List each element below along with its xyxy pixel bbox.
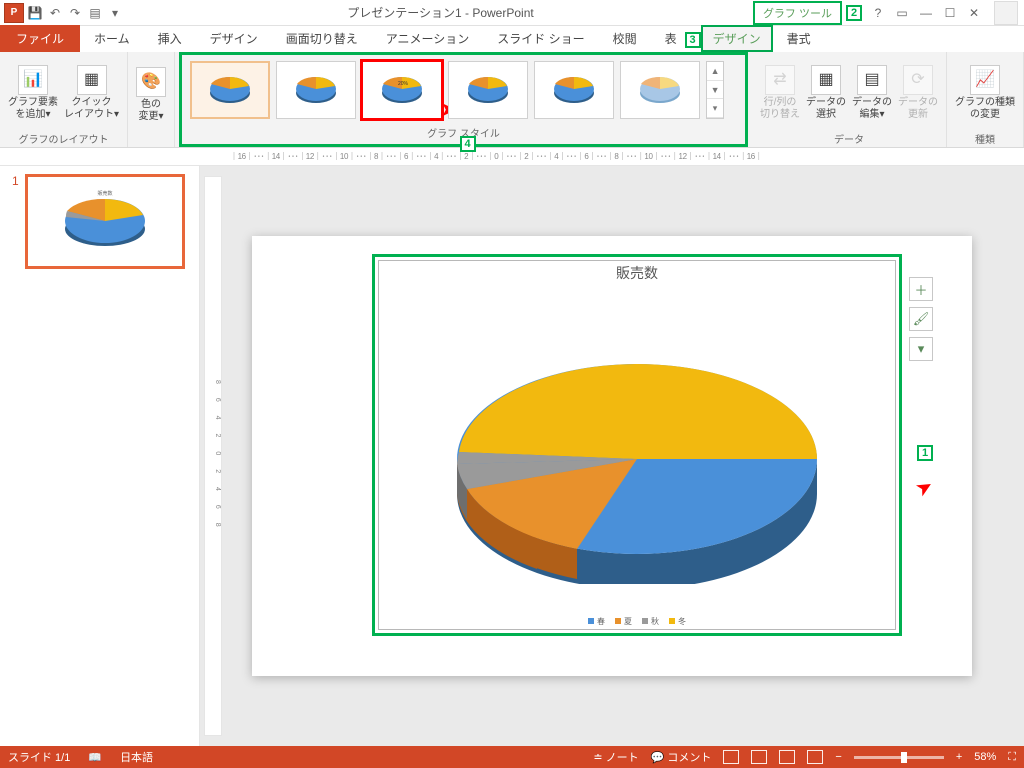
user-avatar[interactable] [994,1,1018,25]
window-title: プレゼンテーション1 - PowerPoint [128,4,753,21]
undo-icon[interactable]: ↶ [46,4,64,22]
layout-group-label: グラフのレイアウト [19,129,109,146]
normal-view-icon[interactable] [723,750,739,764]
select-data-icon: ▦ [811,65,841,95]
annotation-4: 4 [460,136,476,152]
edit-data-icon: ▤ [857,65,887,95]
annotation-1: 1 [917,445,933,461]
tab-home[interactable]: ホーム [80,25,144,52]
data-group-label: データ [834,129,864,146]
edit-data-button[interactable]: ▤データの 編集▾ [850,63,894,123]
svg-text:販売数: 販売数 [97,190,112,197]
comments-button[interactable]: 💬 コメント [651,749,712,765]
tab-chart-design[interactable]: デザイン [701,25,773,52]
tab-file[interactable]: ファイル [0,25,80,52]
change-chart-type-button[interactable]: 📈グラフの種類 の変更 [953,63,1017,123]
chart-style-3[interactable]: 20% ➤ [362,61,442,119]
horizontal-ruler: ｜16｜･･･｜14｜･･･｜12｜･･･｜10｜･･･｜8｜･･･｜6｜･･･… [0,148,1024,166]
zoom-slider[interactable] [854,756,944,759]
palette-icon: 🎨 [136,67,166,97]
add-chart-element-button[interactable]: 📊グラフ要素 を追加▾ [6,63,60,123]
chart-style-2[interactable] [276,61,356,119]
annotation-2: 2 [846,5,862,21]
tab-slideshow[interactable]: スライド ショー [483,25,598,52]
maximize-icon[interactable]: ☐ [940,3,960,23]
svg-text:20%: 20% [398,81,409,87]
quick-layout-button[interactable]: ▦クイック レイアウト▾ [62,63,121,123]
refresh-data-button: ⟳データの 更新 [896,63,940,123]
chart-object[interactable]: 販売数 [372,254,902,636]
tab-review[interactable]: 校閲 [599,25,651,52]
chart-style-5[interactable] [534,61,614,119]
save-icon[interactable]: 💾 [26,4,44,22]
reading-view-icon[interactable] [779,750,795,764]
tab-chart-format[interactable]: 書式 [773,25,825,52]
tab-design[interactable]: デザイン [196,25,272,52]
start-icon[interactable]: ▤ [86,4,104,22]
chart-tools-tab: グラフ ツール [753,1,842,25]
status-bar: スライド 1/1 📖 日本語 ≐ ノート 💬 コメント − + 58% ⛶ [0,746,1024,768]
tab-transition[interactable]: 画面切り替え [272,25,372,52]
app-logo: P [4,3,24,23]
chart-style-6[interactable] [620,61,700,119]
switch-rowcol-button: ⇄行/列の 切り替え [758,63,802,123]
select-data-button[interactable]: ▦データの 選択 [804,63,848,123]
ribbon-options-icon[interactable]: ▭ [892,3,912,23]
zoom-value[interactable]: 58% [974,751,996,763]
status-slide: スライド 1/1 [8,749,70,765]
minimize-icon[interactable]: — [916,3,936,23]
tab-animation[interactable]: アニメーション [372,25,484,52]
type-group-label: 種類 [975,129,995,146]
slide-number: 1 [12,174,19,269]
chart-style-4[interactable] [448,61,528,119]
styles-scroll[interactable]: ▲▼▾ [706,61,724,119]
qat-more-icon[interactable]: ▾ [106,4,124,22]
sorter-view-icon[interactable] [751,750,767,764]
fit-window-icon[interactable]: ⛶ [1008,751,1016,764]
chart-filters-button[interactable]: ▾ [909,337,933,361]
change-colors-button[interactable]: 🎨色の 変更▾ [134,65,168,125]
switch-icon: ⇄ [765,65,795,95]
slide-thumbnail-1[interactable]: 販売数 [25,174,185,269]
zoom-out-icon[interactable]: − [835,751,841,763]
quick-layout-icon: ▦ [77,65,107,95]
slide: 販売数 [252,236,972,676]
spellcheck-icon[interactable]: 📖 [88,751,102,764]
chart-elements-button[interactable]: ＋ [909,277,933,301]
cursor-arrow-icon-2: ➤ [911,473,938,503]
slide-thumbnails-pane: 1 販売数 [0,166,200,746]
close-icon[interactable]: ✕ [964,3,984,23]
slideshow-view-icon[interactable] [807,750,823,764]
zoom-in-icon[interactable]: + [956,751,962,763]
help-icon[interactable]: ? [868,3,888,23]
status-language[interactable]: 日本語 [120,749,153,765]
ribbon: 📊グラフ要素 を追加▾ ▦クイック レイアウト▾ グラフのレイアウト 🎨色の 変… [0,52,1024,148]
vertical-ruler: 8 6 4 2 0 2 4 6 8 [204,176,222,736]
annotation-3: 3 [685,32,701,48]
pie-chart [417,304,857,584]
notes-button[interactable]: ≐ ノート [593,749,638,765]
slide-canvas[interactable]: 8 6 4 2 0 2 4 6 8 販売数 [200,166,1024,746]
chart-styles-gallery: 20% ➤ ▲▼▾ グラフ スタイル 4 [179,52,748,147]
redo-icon[interactable]: ↷ [66,4,84,22]
chart-type-icon: 📈 [970,65,1000,95]
chart-legend: 春 夏 秋 冬 [375,616,899,627]
chart-style-1[interactable] [190,61,270,119]
chart-styles-button[interactable]: 🖌 [909,307,933,331]
ribbon-tabs: ファイル ホーム 挿入 デザイン 画面切り替え アニメーション スライド ショー… [0,26,1024,52]
refresh-icon: ⟳ [903,65,933,95]
tab-insert[interactable]: 挿入 [144,25,196,52]
add-element-icon: 📊 [18,65,48,95]
